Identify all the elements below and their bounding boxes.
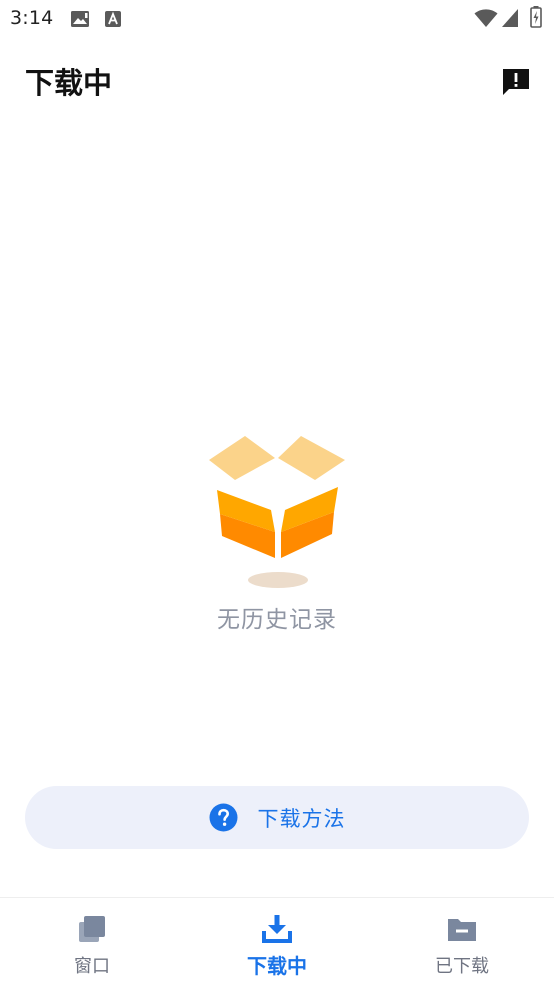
help-icon — [209, 803, 237, 832]
nav-label-windows: 窗口 — [74, 956, 110, 977]
folder-icon — [448, 919, 476, 941]
feedback-button[interactable] — [500, 66, 532, 98]
wifi-icon — [474, 9, 498, 27]
signal-icon — [502, 9, 518, 27]
nav-item-downloaded[interactable]: 已下载 — [370, 898, 554, 986]
nav-label-downloading: 下载中 — [247, 954, 307, 978]
open-box-icon — [209, 436, 345, 588]
feedback-icon — [503, 69, 529, 95]
page-title: 下载中 — [25, 66, 113, 100]
battery-icon — [530, 6, 542, 28]
status-time: 3:14 — [10, 7, 54, 29]
windows-icon — [79, 916, 105, 942]
status-bar: 3:14 — [0, 0, 554, 38]
download-help-label: 下载方法 — [257, 806, 346, 831]
nav-item-downloading[interactable]: 下载中 — [185, 898, 369, 986]
empty-message: 无历史记录 — [217, 607, 337, 633]
a-icon — [105, 11, 121, 27]
bottom-nav: 窗口 下载中 已下载 — [0, 897, 554, 986]
image-icon — [71, 11, 89, 27]
nav-item-windows[interactable]: 窗口 — [0, 898, 184, 986]
download-help-button[interactable]: 下载方法 — [25, 786, 529, 849]
download-icon — [262, 915, 292, 943]
nav-label-downloaded: 已下载 — [435, 956, 489, 977]
